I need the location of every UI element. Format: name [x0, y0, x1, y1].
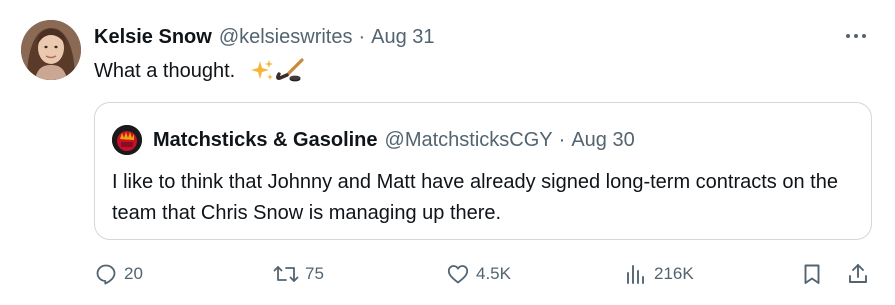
analytics-icon: [627, 265, 644, 284]
quoted-display-name[interactable]: Matchsticks & Gasoline: [153, 129, 378, 152]
like-button[interactable]: 4.5K: [446, 256, 511, 292]
tweet-body: What a thought.: [94, 57, 305, 85]
share-button[interactable]: [846, 256, 870, 292]
emoji-group: [249, 58, 305, 84]
quoted-author-avatar[interactable]: [112, 125, 142, 155]
more-options-button[interactable]: [843, 26, 869, 46]
team-logo-icon: [112, 125, 142, 155]
quoted-text: I like to think that Johnny and Matt hav…: [112, 171, 838, 224]
bookmark-icon: [804, 264, 820, 284]
author-avatar[interactable]: [21, 20, 81, 80]
separator-dot: ·: [558, 128, 566, 151]
quoted-header: Matchsticks & Gasoline @MatchsticksCGY ·…: [153, 126, 635, 154]
tweet-text: What a thought.: [94, 60, 236, 82]
tweet-date[interactable]: Aug 31: [371, 26, 434, 49]
quoted-date[interactable]: Aug 30: [571, 129, 634, 152]
reply-button[interactable]: 20: [94, 256, 143, 292]
more-dot-icon: [854, 34, 858, 38]
avatar-photo-icon: [21, 20, 81, 80]
retweet-button[interactable]: 75: [273, 256, 324, 292]
separator-dot: ·: [358, 25, 366, 48]
reply-icon: [96, 264, 116, 285]
views-button[interactable]: 216K: [624, 256, 694, 292]
like-count: 4.5K: [476, 264, 511, 283]
share-icon: [849, 264, 867, 283]
action-bar: 20 75 4.5K 216K: [0, 256, 895, 292]
retweet-icon: [273, 266, 299, 282]
more-dot-icon: [862, 34, 866, 38]
hockey-stick-icon: [276, 58, 304, 82]
more-dot-icon: [846, 34, 850, 38]
sparkles-icon: [251, 60, 274, 80]
author-display-name[interactable]: Kelsie Snow: [94, 26, 212, 49]
quoted-tweet[interactable]: Matchsticks & Gasoline @MatchsticksCGY ·…: [94, 102, 872, 240]
view-count: 216K: [654, 264, 694, 283]
heart-icon: [447, 265, 469, 284]
bookmark-button[interactable]: [800, 256, 824, 292]
retweet-count: 75: [305, 264, 324, 283]
tweet-header: Kelsie Snow @kelsieswrites · Aug 31: [94, 24, 435, 50]
tweet-card[interactable]: Kelsie Snow @kelsieswrites · Aug 31 What…: [0, 0, 895, 305]
author-handle[interactable]: @kelsieswrites: [219, 26, 353, 49]
reply-count: 20: [124, 264, 143, 283]
quoted-handle[interactable]: @MatchsticksCGY: [385, 129, 553, 152]
